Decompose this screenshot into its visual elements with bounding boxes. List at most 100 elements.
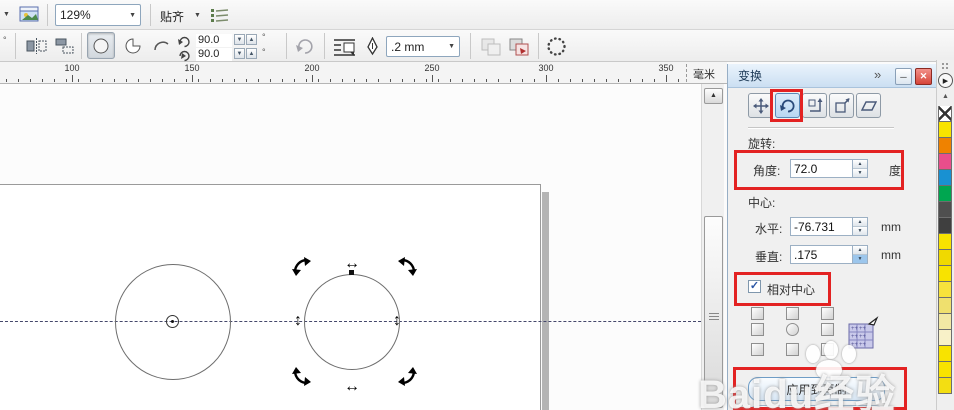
color-swatch[interactable]	[938, 201, 952, 218]
ruler-major-tick	[312, 75, 313, 82]
apply-button-partial[interactable]	[748, 405, 885, 410]
no-color-swatch[interactable]	[938, 106, 952, 122]
start-angle-spin-down[interactable]: ▼	[234, 34, 245, 45]
horizontal-spinner[interactable]: ▲ ▼	[853, 217, 868, 236]
start-angle-spin-up[interactable]: ▲	[246, 34, 257, 45]
anchor-checkbox[interactable]	[821, 323, 834, 336]
color-swatch[interactable]	[938, 297, 952, 314]
copies-grid-icon[interactable]: ++++++++++++	[847, 316, 879, 350]
color-swatch[interactable]	[938, 137, 952, 154]
angle-spin-up[interactable]: ▲	[853, 160, 867, 168]
page-area[interactable]	[0, 184, 541, 410]
color-swatch[interactable]	[938, 377, 952, 394]
anchor-center-radio[interactable]	[786, 323, 799, 336]
color-swatch[interactable]	[938, 265, 952, 282]
overflow-caret-icon[interactable]: ▼	[3, 11, 10, 18]
color-swatch[interactable]	[938, 121, 952, 138]
color-swatch[interactable]	[938, 249, 952, 266]
drawing-canvas[interactable]: ↔ ↔ ↕ ↕	[0, 84, 701, 410]
rotation-center-icon[interactable]	[545, 35, 567, 57]
start-angle-value[interactable]: 90.0	[196, 34, 232, 47]
apply-to-duplicate-button[interactable]: 应用到再制	[748, 377, 885, 401]
snap-options-icon[interactable]	[210, 7, 230, 24]
vertical-spin-down[interactable]: ▼	[853, 254, 867, 263]
color-swatch[interactable]	[938, 233, 952, 250]
color-swatch[interactable]	[938, 281, 952, 298]
vertical-scrollbar[interactable]: ▲	[701, 84, 724, 410]
zoom-dropdown-icon[interactable]: ▼	[129, 12, 136, 19]
transform-skew-button[interactable]	[856, 93, 881, 118]
outline-pen-icon[interactable]	[364, 36, 380, 56]
rotate-handle-bottom-right[interactable]	[398, 367, 417, 386]
ellipse-button[interactable]	[87, 32, 115, 59]
outline-width-dropdown-icon[interactable]: ▼	[448, 43, 455, 50]
vertical-spin-up[interactable]: ▲	[853, 246, 867, 254]
palette-grip[interactable]	[942, 63, 944, 65]
toolbar-separator	[81, 33, 82, 59]
horizontal-spin-down[interactable]: ▼	[853, 226, 867, 235]
rotate-handle-bottom-left[interactable]	[292, 367, 311, 386]
rotate-handle-top-right[interactable]	[398, 257, 417, 276]
anchor-checkbox[interactable]	[751, 323, 764, 336]
palette-expand-icon[interactable]: ▶	[938, 73, 953, 88]
export-image-icon[interactable]	[18, 5, 40, 23]
palette-scroll-up-icon[interactable]: ▲	[941, 92, 950, 101]
transform-size-button[interactable]	[829, 93, 854, 118]
zoom-level-combobox[interactable]: 129% ▼	[55, 4, 141, 26]
text-wrap-icon[interactable]	[332, 37, 356, 56]
skew-handle-left[interactable]: ↕	[294, 312, 302, 330]
vertical-input[interactable]: .175	[790, 245, 853, 264]
color-swatch[interactable]	[938, 313, 952, 330]
docker-title-label: 变换	[738, 67, 762, 84]
color-swatch[interactable]	[938, 185, 952, 202]
anchor-checkbox[interactable]	[786, 307, 799, 320]
anchor-checkbox[interactable]	[786, 343, 799, 356]
rotate-handle-top-left[interactable]	[292, 257, 311, 276]
skew-handle-top[interactable]: ↔	[344, 255, 360, 273]
vertical-spinner[interactable]: ▲ ▼	[853, 245, 868, 264]
docker-minimize-button[interactable]: ─	[895, 68, 912, 85]
color-swatch[interactable]	[938, 361, 952, 378]
anchor-checkbox[interactable]	[751, 343, 764, 356]
color-swatch[interactable]	[938, 217, 952, 234]
ruler-tick	[498, 79, 499, 82]
anchor-checkbox[interactable]	[751, 307, 764, 320]
transform-rotate-button[interactable]	[775, 93, 800, 118]
scrollbar-thumb[interactable]	[704, 216, 723, 408]
transform-position-button[interactable]	[748, 93, 773, 118]
outline-width-combobox[interactable]: .2 mm ▼	[386, 36, 460, 57]
relative-center-checkbox[interactable]: ✓	[748, 280, 761, 293]
end-angle-value[interactable]: 90.0	[196, 48, 232, 61]
angle-input[interactable]: 72.0	[790, 159, 853, 178]
transform-scale-mirror-button[interactable]	[802, 93, 827, 118]
color-swatch[interactable]	[938, 169, 952, 186]
color-swatch[interactable]	[938, 153, 952, 170]
snap-dropdown-icon[interactable]: ▼	[194, 12, 201, 19]
skew-handle-right[interactable]: ↕	[393, 312, 401, 330]
rotation-center-marker[interactable]	[166, 315, 179, 328]
horizontal-ruler[interactable]: 毫米 100150200250300350	[0, 62, 727, 84]
snap-menu-label[interactable]: 贴齐	[160, 8, 184, 25]
angle-spin-down[interactable]: ▼	[853, 168, 867, 177]
arc-button[interactable]	[147, 32, 175, 59]
docker-close-button[interactable]: ✕	[915, 68, 932, 85]
color-swatch[interactable]	[938, 345, 952, 362]
anchor-checkbox[interactable]	[821, 343, 834, 356]
scroll-up-button[interactable]: ▲	[704, 88, 723, 104]
horizontal-input[interactable]: -76.731	[790, 217, 853, 236]
pie-button[interactable]	[119, 32, 147, 59]
end-angle-spin-down[interactable]: ▼	[234, 48, 245, 59]
mirror-vertical-icon[interactable]	[53, 37, 75, 54]
anchor-checkbox[interactable]	[821, 307, 834, 320]
selected-circle-shape[interactable]	[304, 274, 400, 370]
mirror-horizontal-icon[interactable]	[25, 37, 47, 54]
skew-handle-bottom[interactable]: ↔	[344, 378, 360, 396]
end-angle-spin-up[interactable]: ▲	[246, 48, 257, 59]
color-swatch[interactable]	[938, 329, 952, 346]
ruler-number: 250	[420, 63, 444, 73]
horizontal-spin-up[interactable]: ▲	[853, 218, 867, 226]
rotate-section-label: 旋转:	[748, 135, 775, 152]
docker-chevrons-icon[interactable]: »	[874, 67, 881, 82]
copy-to-layer-icon[interactable]	[508, 37, 530, 56]
angle-spinner[interactable]: ▲ ▼	[853, 159, 868, 178]
